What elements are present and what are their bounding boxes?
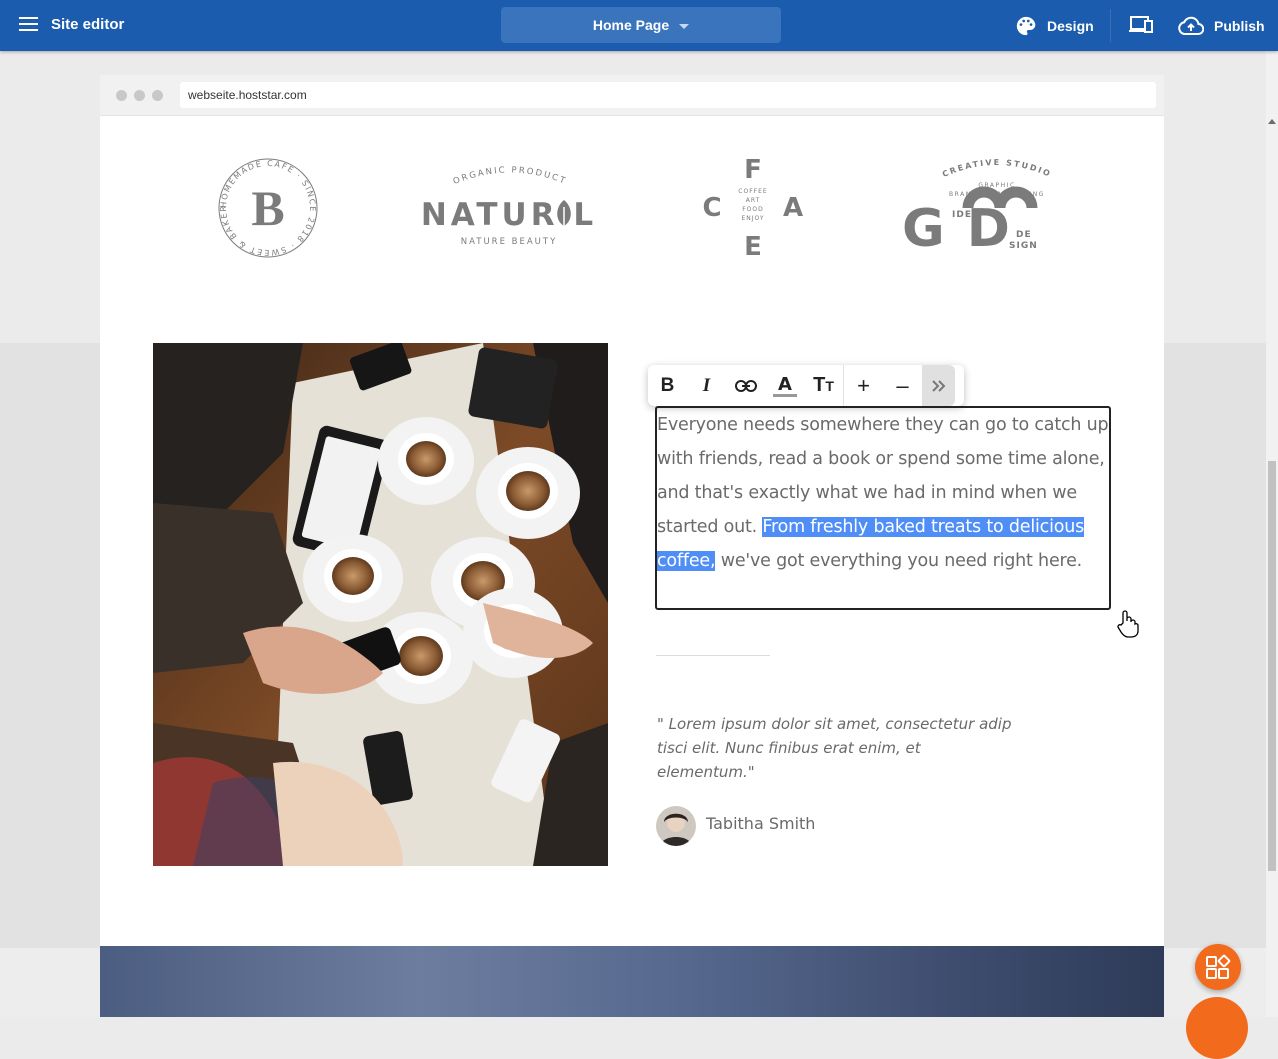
publish-button[interactable]: Publish	[1178, 13, 1265, 39]
italic-icon[interactable]: I	[687, 365, 726, 406]
app-title: Site editor	[51, 16, 125, 33]
testimonial-quote: " Lorem ipsum dolor sit amet, consectetu…	[657, 715, 1012, 781]
publish-label: Publish	[1214, 18, 1265, 34]
bakery-letter: B	[251, 180, 284, 236]
minus-icon[interactable]: –	[883, 365, 922, 406]
natural-bottom-text: NATURE BEAUTY	[461, 237, 558, 247]
top-bar: Site editor Home Page Design Publish	[0, 0, 1278, 51]
cafe-e: E	[744, 232, 762, 260]
palette-icon	[1016, 16, 1036, 36]
cafe-center-3: FOOD	[742, 206, 764, 213]
cafe-center-2: ART	[746, 197, 761, 204]
good-sign: SIGN	[1009, 241, 1038, 251]
good-de: DE	[1016, 230, 1032, 240]
window-dot	[116, 90, 127, 101]
natural-logo: ORGANIC PRODUCT NATUR L NATURE BEAUTY	[421, 165, 593, 247]
paragraph-text-end: we've got everything you need right here…	[715, 551, 1083, 571]
chevron-down-icon	[679, 23, 690, 29]
cafe-center-1: COFFEE	[738, 188, 767, 195]
cafe-logo: F C A E COFFEE ART FOOD ENJOY	[702, 155, 803, 260]
more-icon[interactable]	[922, 365, 955, 406]
menu-icon[interactable]	[19, 17, 38, 33]
divider-line	[656, 655, 770, 656]
hand-cursor-icon	[1117, 610, 1139, 638]
scroll-up-icon[interactable]	[1268, 119, 1276, 124]
paragraph: Everyone needs somewhere they can go to …	[657, 408, 1109, 578]
good-top-text: CREATIVE STUDIO	[941, 158, 1051, 179]
natural-top-text: ORGANIC PRODUCT	[452, 165, 566, 186]
add-section-button[interactable]	[1195, 944, 1241, 990]
bakery-logo: HOMEMADE CAFE · SINCE 2018 · SWEET & BAK…	[213, 153, 318, 258]
link-icon[interactable]	[726, 365, 765, 406]
browser-bar: webseite.hoststar.com	[100, 75, 1164, 116]
window-dot	[152, 90, 163, 101]
devices-button[interactable]	[1128, 15, 1154, 40]
url-bar: webseite.hoststar.com	[180, 82, 1156, 108]
design-label: Design	[1047, 18, 1094, 34]
svg-text:ORGANIC PRODUCT: ORGANIC PRODUCT	[452, 165, 568, 186]
site-preview: webseite.hoststar.com HOMEMADE CAFE · SI…	[100, 75, 1164, 1017]
bold-icon[interactable]: B	[648, 365, 687, 406]
cloud-upload-icon	[1178, 16, 1204, 35]
design-button[interactable]: Design	[1015, 13, 1094, 39]
secondary-fab-button[interactable]	[1186, 997, 1248, 1059]
author-name: Tabitha Smith	[706, 814, 816, 833]
page-select-label: Home Page	[592, 17, 670, 33]
divider	[1110, 9, 1111, 42]
widgets-icon	[1206, 954, 1231, 979]
cafe-a: A	[783, 193, 803, 223]
scrollbar[interactable]	[1266, 51, 1278, 1017]
cafe-f: F	[744, 155, 762, 185]
svg-text:A: A	[778, 374, 792, 395]
cafe-c: C	[702, 193, 721, 223]
text-format-toolbar: B I A TT + –	[648, 365, 964, 406]
window-dot	[134, 90, 145, 101]
scroll-thumb[interactable]	[1268, 461, 1276, 871]
good-idea: IDEA	[952, 210, 980, 220]
page-select[interactable]: Home Page	[501, 7, 781, 43]
devices-icon	[1129, 16, 1153, 33]
cafe-photo[interactable]	[153, 343, 608, 866]
next-section-image[interactable]	[100, 946, 1164, 1017]
good-design-logo: CREATIVE STUDIO GRAPHIC BRANDING·PACKAGI…	[902, 158, 1053, 255]
svg-text:CREATIVE STUDIO: CREATIVE STUDIO	[941, 158, 1053, 179]
text-size-icon[interactable]: TT	[804, 365, 843, 406]
cafe-center-4: ENJOY	[741, 215, 764, 222]
editable-text-block[interactable]: Everyone needs somewhere they can go to …	[655, 406, 1111, 610]
text-color-icon[interactable]: A	[765, 365, 804, 406]
avatar	[656, 806, 696, 846]
plus-icon[interactable]: +	[844, 365, 883, 406]
